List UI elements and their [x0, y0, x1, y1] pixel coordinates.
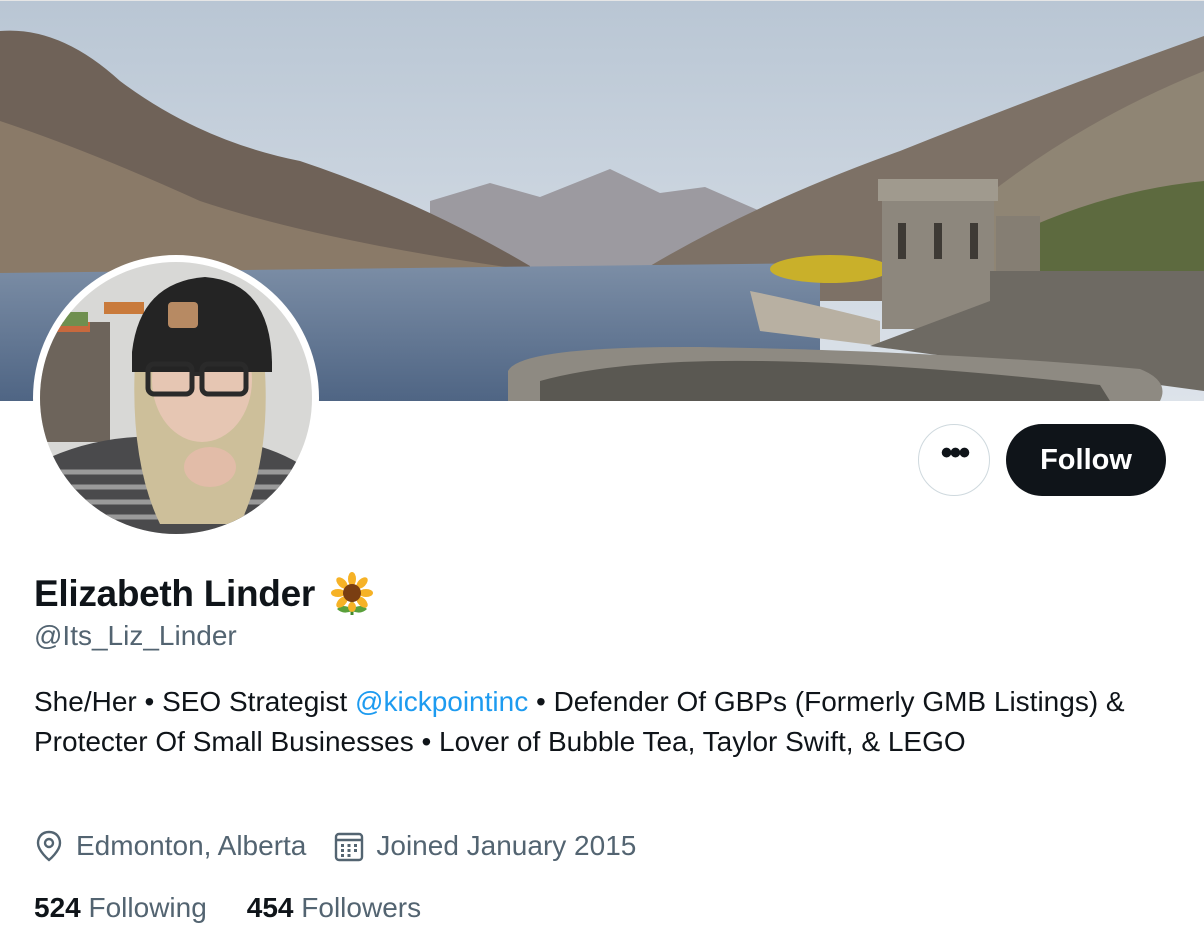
following-label: Following — [88, 892, 207, 923]
bio-text: She/Her • SEO Strategist — [34, 686, 356, 717]
location-pin-icon — [36, 830, 62, 862]
follow-button[interactable]: Follow — [1006, 424, 1166, 496]
profile-meta: Edmonton, Alberta Joined January 2015 — [34, 826, 664, 866]
joined-item: Joined January 2015 — [334, 830, 636, 862]
following-link[interactable]: 524 Following — [34, 892, 207, 924]
following-count: 524 — [34, 892, 81, 923]
followers-count: 454 — [246, 892, 294, 923]
location-text: Edmonton, Alberta — [76, 830, 307, 861]
name-row: Elizabeth Linder — [34, 568, 375, 620]
display-name: Elizabeth Linder — [34, 573, 315, 614]
calendar-icon — [335, 832, 364, 862]
sunflower-emoji-icon — [330, 572, 373, 615]
more-options-button[interactable]: ••• — [918, 424, 990, 496]
profile-handle: @Its_Liz_Linder — [34, 620, 237, 651]
followers-link[interactable]: 454 Followers — [247, 892, 421, 924]
location-item: Edmonton, Alberta — [34, 830, 306, 862]
follow-stats: 524 Following 454 Followers — [34, 888, 461, 928]
joined-text: Joined January 2015 — [376, 830, 637, 861]
followers-label: Followers — [301, 892, 422, 923]
profile-bio: She/Her • SEO Strategist @kickpointinc •… — [34, 682, 1154, 762]
bio-mention-link[interactable]: @kickpointinc — [355, 686, 528, 717]
profile-avatar[interactable] — [33, 255, 319, 541]
more-horizontal-icon: ••• — [940, 434, 971, 472]
avatar-photo — [40, 262, 312, 534]
